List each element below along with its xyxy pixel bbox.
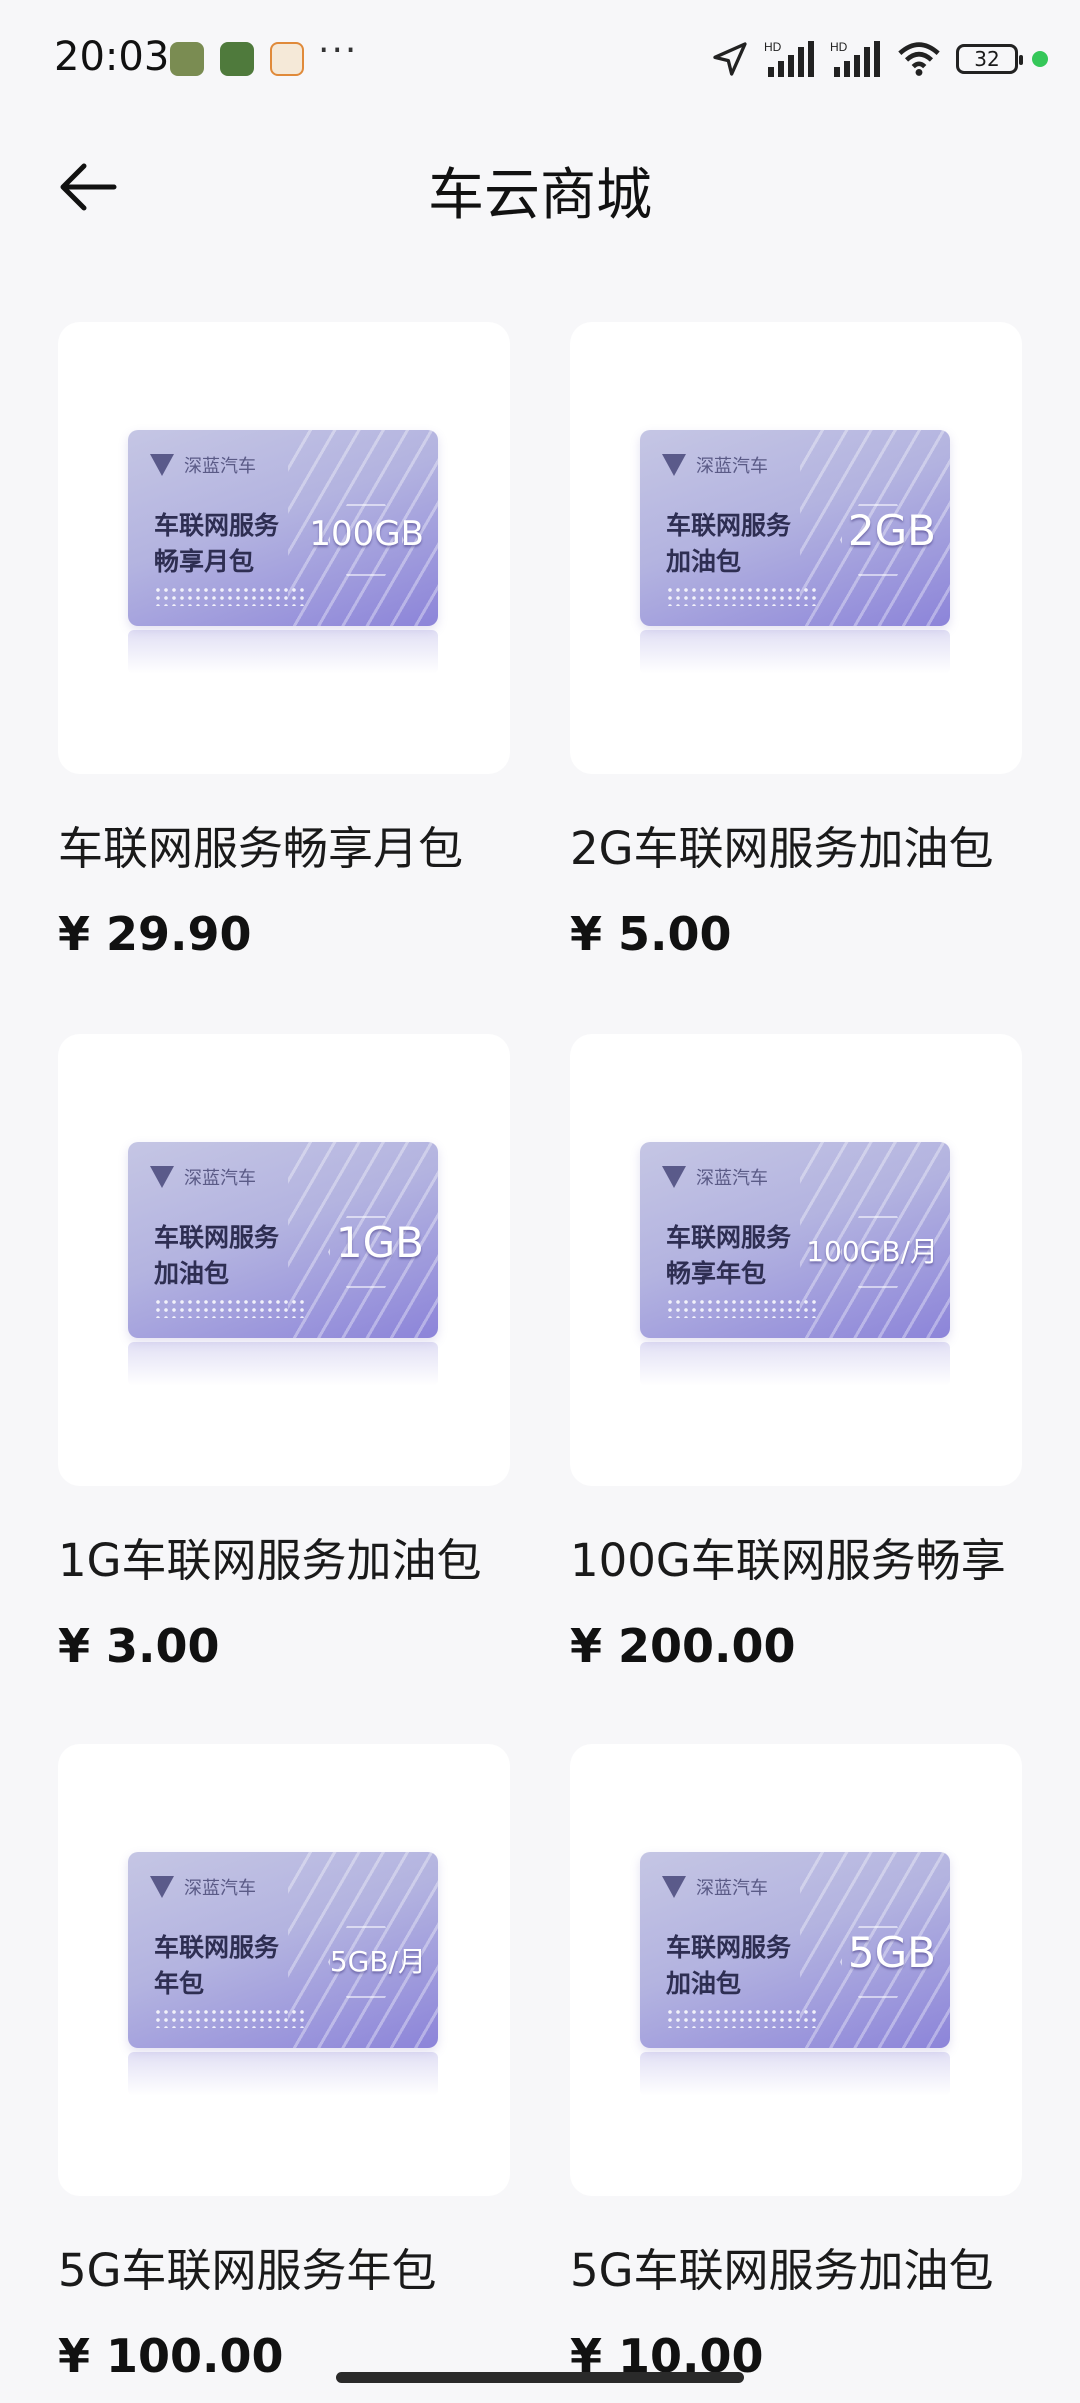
product-item[interactable]: 深蓝汽车 车联网服务 畅享年包 100GB/月 100G车联网服务畅享 ¥ 20…	[570, 1034, 1022, 1673]
sim-line1: 车联网服务	[666, 511, 792, 540]
sim-card-image: 深蓝汽车 车联网服务 畅享月包 100GB	[128, 430, 438, 626]
sim-data-amount: 5GB/月	[329, 1945, 426, 1978]
status-bar: 20:03 ··· HD HD 32	[0, 0, 1080, 120]
product-item[interactable]: 深蓝汽车 车联网服务 加油包 5GB 5G车联网服务加油包 ¥ 10.00	[570, 1744, 1022, 2383]
sim-line1: 车联网服务	[666, 1933, 792, 1962]
product-image[interactable]: 深蓝汽车 车联网服务 畅享年包 100GB/月	[570, 1034, 1022, 1486]
sim-brand: 深蓝汽车	[696, 1168, 768, 1189]
location-arrow-icon	[713, 42, 747, 76]
sim-brand: 深蓝汽车	[184, 1878, 256, 1899]
sim-line2: 年包	[154, 1969, 205, 1998]
sim-brand: 深蓝汽车	[696, 456, 768, 477]
sim-data-amount: 100GB/月	[806, 1235, 938, 1268]
product-item[interactable]: 深蓝汽车 车联网服务 加油包 1GB 1G车联网服务加油包 ¥ 3.00	[58, 1034, 510, 1673]
sim-line1: 车联网服务	[154, 1933, 280, 1962]
sim-card-image: 深蓝汽车 车联网服务 年包 5GB/月	[128, 1852, 438, 2048]
sim-brand: 深蓝汽车	[696, 1878, 768, 1899]
product-name[interactable]: 2G车联网服务加油包	[570, 812, 994, 877]
brand-logo-icon	[662, 1166, 686, 1188]
sim-line2: 加油包	[666, 547, 742, 576]
sim-line1: 车联网服务	[666, 1223, 792, 1252]
product-name[interactable]: 5G车联网服务加油包	[570, 2234, 994, 2299]
app-notification-icon	[220, 42, 254, 76]
svg-text:HD: HD	[764, 40, 782, 54]
product-name[interactable]: 车联网服务畅享月包	[58, 812, 463, 877]
product-price: ¥ 5.00	[570, 907, 732, 961]
sim-brand: 深蓝汽车	[184, 1168, 256, 1189]
sim-line1: 车联网服务	[154, 1223, 280, 1252]
brand-logo-icon	[662, 454, 686, 476]
sim-brand: 深蓝汽车	[184, 456, 256, 477]
sim-data-amount: 1GB	[335, 1218, 424, 1267]
sim-line2: 加油包	[154, 1259, 230, 1288]
sim-line2: 畅享年包	[666, 1259, 767, 1288]
wechat-icon	[170, 42, 204, 76]
system-icons: HD HD 32	[710, 34, 1048, 84]
sim-data-amount: 2GB	[847, 506, 936, 555]
product-name[interactable]: 5G车联网服务年包	[58, 2234, 437, 2299]
sim-card-image: 深蓝汽车 车联网服务 加油包 5GB	[640, 1852, 950, 2048]
product-name[interactable]: 100G车联网服务畅享	[570, 1524, 1006, 1589]
sim-card-image: 深蓝汽车 车联网服务 畅享年包 100GB/月	[640, 1142, 950, 1338]
sim-card-image: 深蓝汽车 车联网服务 加油包 1GB	[128, 1142, 438, 1338]
app-notification-icon	[270, 42, 304, 76]
sim-data-amount: 5GB	[847, 1928, 936, 1977]
home-indicator[interactable]	[336, 2372, 744, 2383]
app-header: 车云商城	[0, 130, 1080, 240]
sim-line1: 车联网服务	[154, 511, 280, 540]
signal-icon: HD	[830, 40, 880, 77]
brand-logo-icon	[662, 1876, 686, 1898]
product-item[interactable]: 深蓝汽车 车联网服务 年包 5GB/月 5G车联网服务年包 ¥ 100.00	[58, 1744, 510, 2383]
product-name[interactable]: 1G车联网服务加油包	[58, 1524, 482, 1589]
page-title: 车云商城	[428, 163, 652, 228]
sim-line2: 畅享月包	[154, 547, 255, 576]
brand-logo-icon	[150, 1876, 174, 1898]
svg-text:HD: HD	[830, 40, 848, 54]
product-price: ¥ 100.00	[58, 2329, 284, 2383]
battery-icon: 32	[956, 44, 1023, 74]
product-price: ¥ 3.00	[58, 1619, 220, 1673]
brand-logo-icon	[150, 454, 174, 476]
product-image[interactable]: 深蓝汽车 车联网服务 加油包 1GB	[58, 1034, 510, 1486]
product-image[interactable]: 深蓝汽车 车联网服务 畅享月包 100GB	[58, 322, 510, 774]
product-price: ¥ 200.00	[570, 1619, 796, 1673]
clock: 20:03	[54, 34, 170, 80]
product-item[interactable]: 深蓝汽车 车联网服务 畅享月包 100GB 车联网服务畅享月包 ¥ 29.90	[58, 322, 510, 961]
sim-card-image: 深蓝汽车 车联网服务 加油包 2GB	[640, 430, 950, 626]
brand-logo-icon	[150, 1166, 174, 1188]
product-image[interactable]: 深蓝汽车 车联网服务 加油包 2GB	[570, 322, 1022, 774]
sim-data-amount: 100GB	[309, 514, 424, 554]
product-price: ¥ 29.90	[58, 907, 252, 961]
signal-icon: HD	[764, 40, 814, 77]
privacy-indicator-icon	[1032, 51, 1048, 67]
more-notifications-icon: ···	[318, 30, 359, 71]
wifi-icon	[898, 42, 940, 76]
sim-line2: 加油包	[666, 1969, 742, 1998]
product-item[interactable]: 深蓝汽车 车联网服务 加油包 2GB 2G车联网服务加油包 ¥ 5.00	[570, 322, 1022, 961]
product-image[interactable]: 深蓝汽车 车联网服务 加油包 5GB	[570, 1744, 1022, 2196]
product-image[interactable]: 深蓝汽车 车联网服务 年包 5GB/月	[58, 1744, 510, 2196]
